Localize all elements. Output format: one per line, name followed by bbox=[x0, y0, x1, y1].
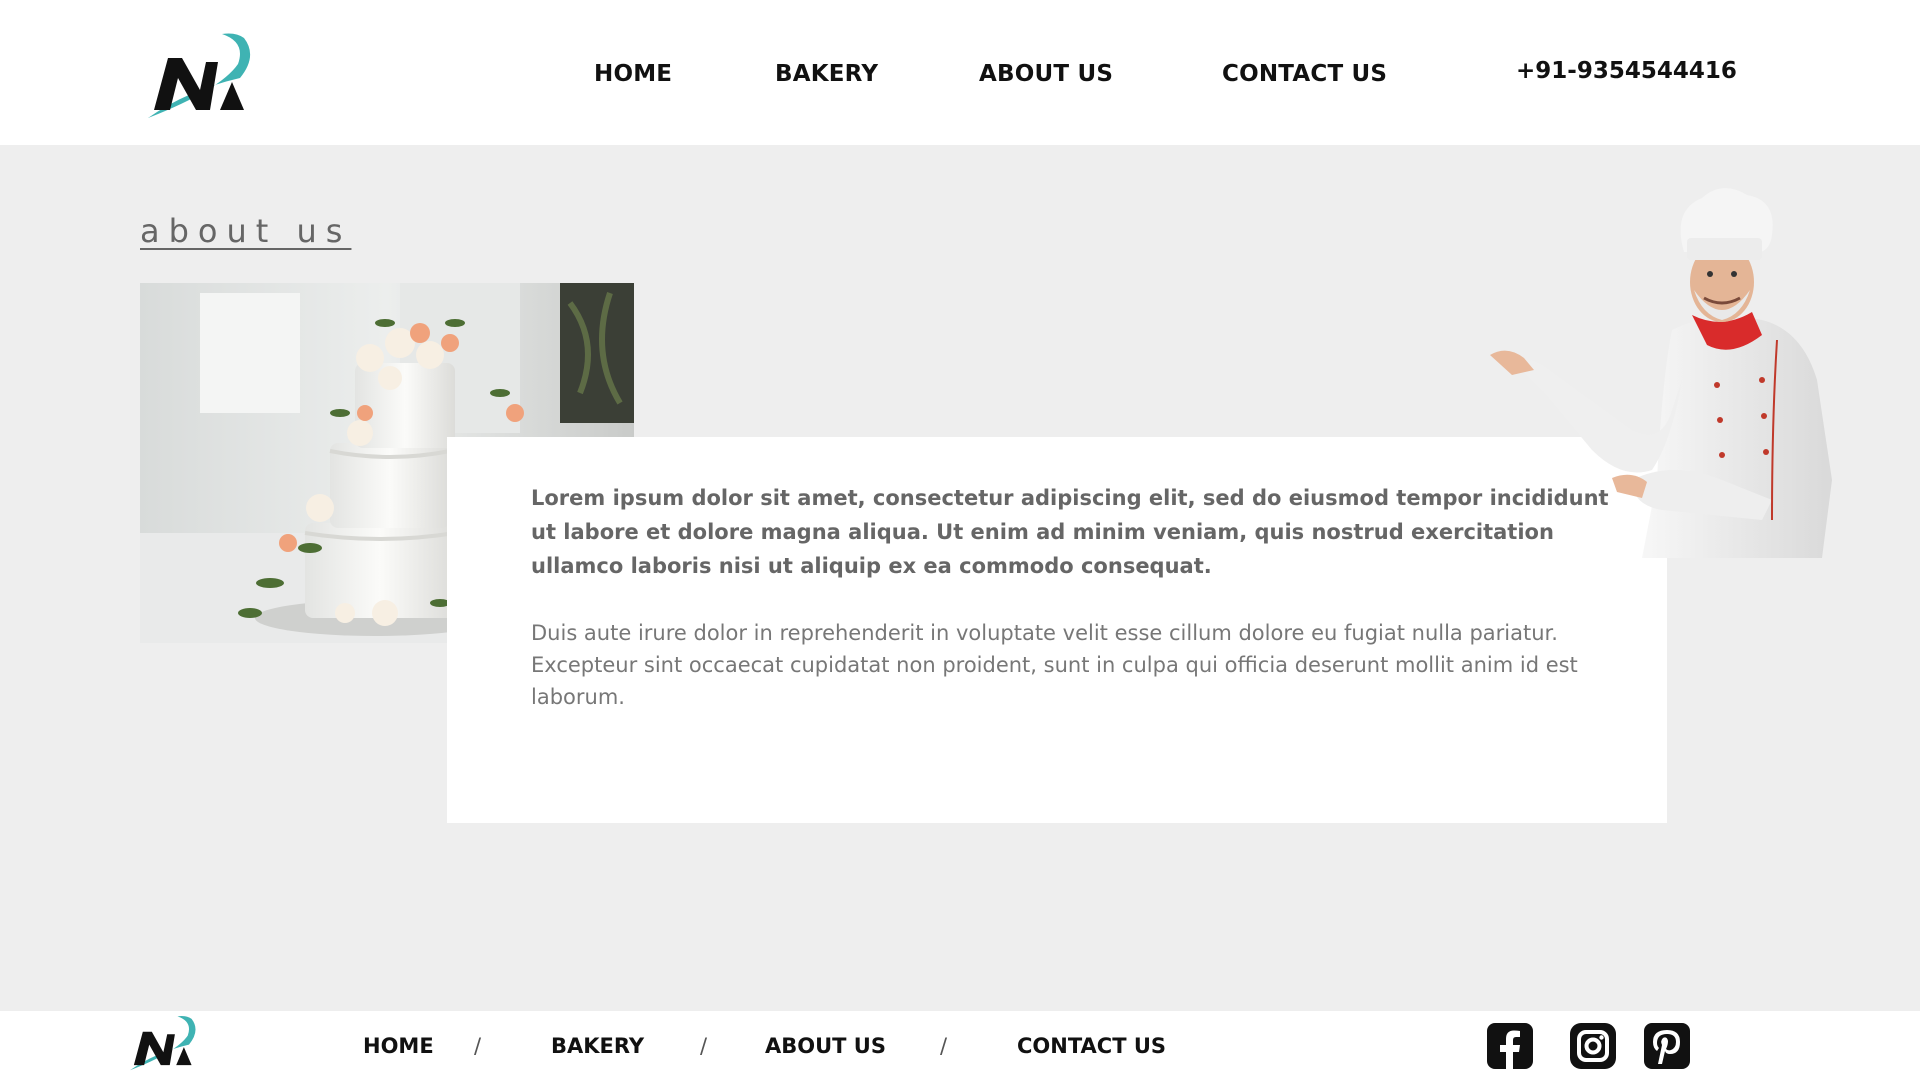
pinterest-icon[interactable] bbox=[1644, 1023, 1690, 1069]
about-intro-text: Lorem ipsum dolor sit amet, consectetur … bbox=[531, 486, 1609, 578]
facebook-icon[interactable] bbox=[1487, 1023, 1533, 1069]
footer-separator: / bbox=[474, 1034, 482, 1058]
nav-about-us[interactable]: ABOUT US bbox=[979, 61, 1113, 87]
nav-bakery[interactable]: BAKERY bbox=[775, 61, 878, 87]
chef-image bbox=[1472, 180, 1852, 558]
brand-logo[interactable] bbox=[148, 28, 254, 120]
footer-brand-logo[interactable] bbox=[130, 1012, 198, 1072]
footer-nav-contact-us[interactable]: CONTACT US bbox=[1017, 1034, 1166, 1058]
page-title: about us bbox=[140, 212, 352, 250]
nav-contact-us[interactable]: CONTACT US bbox=[1222, 61, 1387, 87]
footer-nav-bakery[interactable]: BAKERY bbox=[551, 1034, 644, 1058]
nav-home[interactable]: HOME bbox=[594, 61, 672, 87]
site-header: HOME BAKERY ABOUT US CONTACT US +91-9354… bbox=[0, 0, 1920, 145]
footer-nav-about-us[interactable]: ABOUT US bbox=[765, 1034, 886, 1058]
footer-separator: / bbox=[700, 1034, 708, 1058]
footer-separator: / bbox=[940, 1034, 948, 1058]
phone-number[interactable]: +91-9354544416 bbox=[1516, 58, 1737, 84]
site-footer bbox=[0, 1011, 1920, 1080]
instagram-icon[interactable] bbox=[1570, 1023, 1616, 1069]
footer-nav-home[interactable]: HOME bbox=[363, 1034, 434, 1058]
about-body-text: Duis aute irure dolor in reprehenderit i… bbox=[531, 621, 1578, 709]
